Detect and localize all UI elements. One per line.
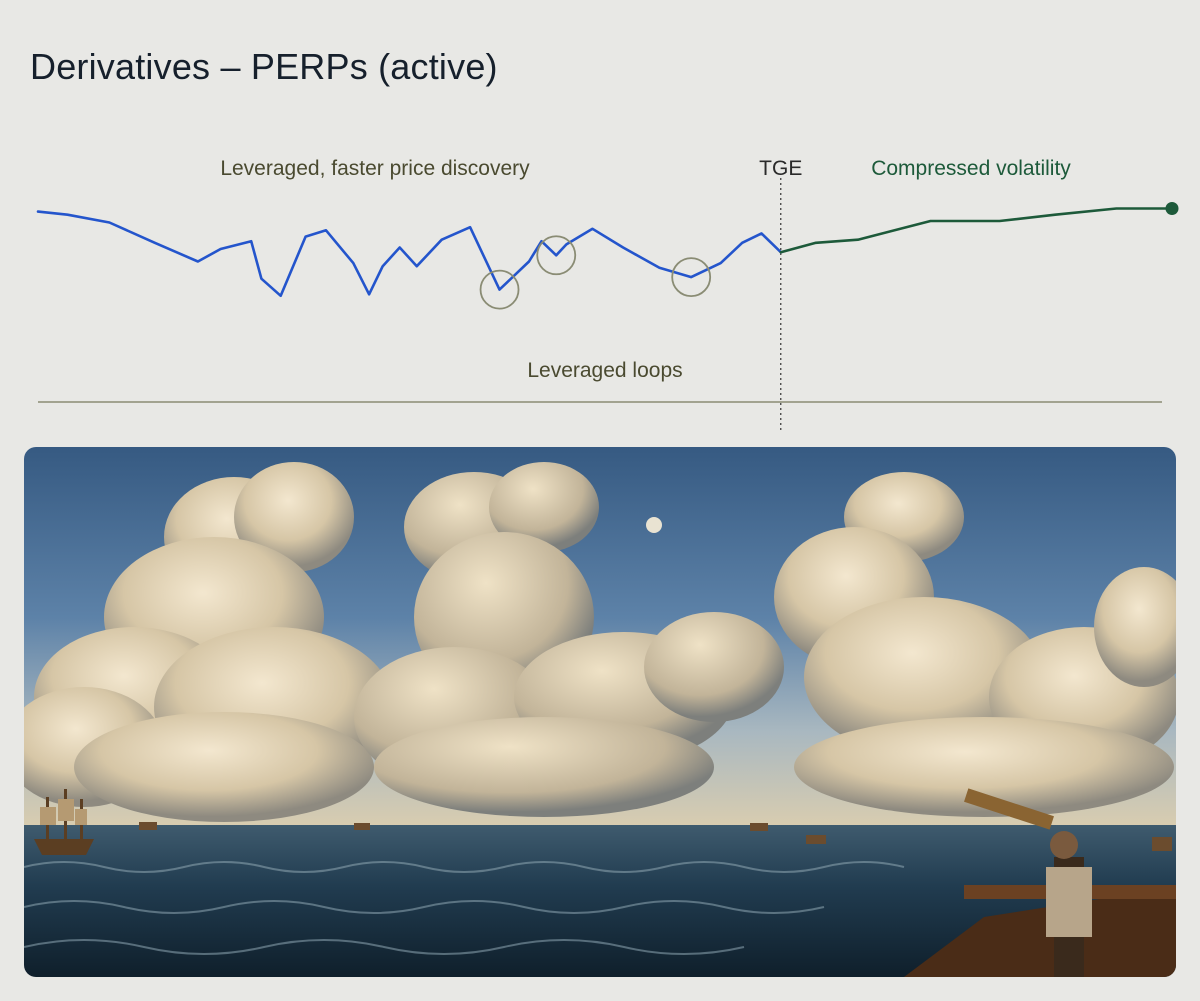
line-chart: Leveraged, faster price discovery TGE Comp… [36, 157, 1179, 430]
post-tge-annotation: Compressed volatility [871, 157, 1071, 180]
series-line-pre-tge [36, 210, 783, 298]
series-line-post-tge [779, 207, 1174, 254]
series-end-point [1165, 201, 1179, 215]
moon-icon [646, 517, 662, 533]
page-title: Derivatives – PERPs (active) [30, 46, 498, 87]
seascape-painting [24, 447, 1176, 977]
leveraged-loops-annotation: Leveraged loops [527, 359, 682, 382]
tge-label: TGE [759, 157, 802, 180]
pre-tge-annotation: Leveraged, faster price discovery [220, 157, 530, 180]
